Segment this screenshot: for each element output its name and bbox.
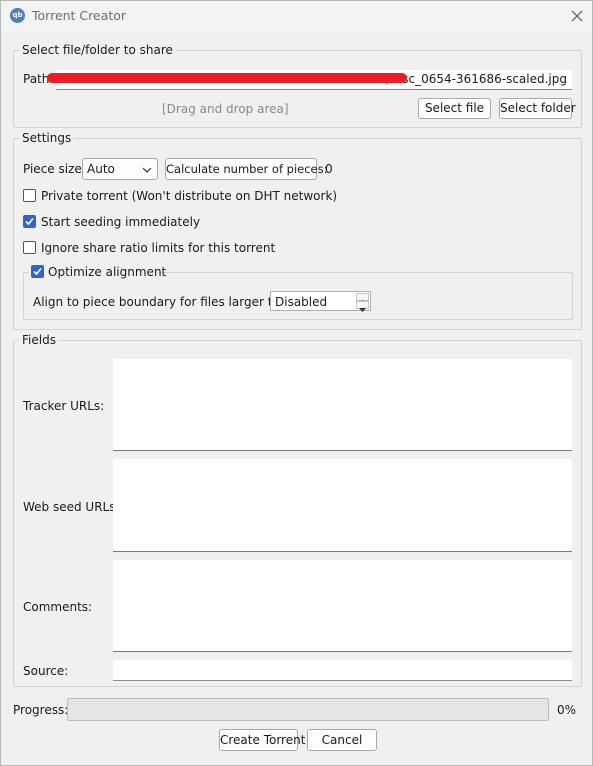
web-seed-urls-textarea[interactable] bbox=[113, 459, 572, 552]
redaction-mark bbox=[47, 73, 407, 83]
piece-size-select[interactable]: Auto bbox=[82, 158, 158, 180]
checkmark-icon bbox=[25, 217, 34, 226]
select-file-button[interactable]: Select file bbox=[418, 98, 491, 119]
comments-textarea[interactable] bbox=[113, 560, 572, 652]
spin-up-button[interactable] bbox=[356, 293, 369, 304]
settings-group-title: Settings bbox=[19, 131, 75, 145]
comments-label: Comments: bbox=[23, 600, 93, 614]
ignore-ratio-checkbox[interactable] bbox=[23, 241, 36, 254]
create-torrent-button[interactable]: Create Torrent bbox=[219, 729, 305, 751]
drag-drop-area[interactable]: [Drag and drop area] bbox=[162, 102, 289, 116]
private-torrent-label: Private torrent (Won't distribute on DHT… bbox=[41, 189, 338, 203]
tracker-urls-label: Tracker URLs: bbox=[23, 399, 105, 413]
progress-label: Progress: bbox=[13, 703, 69, 717]
source-input[interactable] bbox=[113, 660, 572, 681]
piece-size-value: Auto bbox=[87, 162, 115, 176]
chevron-down-icon bbox=[359, 308, 366, 312]
checkmark-icon bbox=[33, 267, 42, 276]
progress-percent: 0% bbox=[557, 703, 577, 717]
fields-group-title: Fields bbox=[19, 333, 59, 347]
pieces-count: 0 bbox=[325, 162, 333, 176]
close-button[interactable] bbox=[566, 6, 588, 26]
source-label: Source: bbox=[23, 664, 69, 678]
align-boundary-spinbox[interactable]: Disabled bbox=[270, 291, 371, 312]
web-seed-urls-label: Web seed URLs: bbox=[23, 500, 120, 514]
qbittorrent-app-icon: qb bbox=[10, 8, 25, 23]
title-bar: qb Torrent Creator bbox=[0, 0, 593, 32]
tracker-urls-textarea[interactable] bbox=[113, 359, 572, 451]
share-group-title: Select file/folder to share bbox=[19, 43, 176, 57]
progress-bar bbox=[67, 698, 549, 721]
cancel-button[interactable]: Cancel bbox=[307, 729, 377, 751]
ignore-ratio-label: Ignore share ratio limits for this torre… bbox=[41, 241, 276, 255]
window-title: Torrent Creator bbox=[32, 8, 127, 23]
piece-size-label: Piece size: bbox=[23, 162, 86, 176]
optimize-alignment-label: Optimize alignment bbox=[48, 265, 167, 279]
align-boundary-label: Align to piece boundary for files larger… bbox=[33, 295, 300, 309]
optimize-alignment-checkbox[interactable] bbox=[31, 265, 44, 278]
start-seeding-label: Start seeding immediately bbox=[41, 215, 201, 229]
calculate-pieces-button[interactable]: Calculate number of pieces: bbox=[165, 158, 327, 180]
close-icon bbox=[571, 10, 583, 22]
start-seeding-checkbox[interactable] bbox=[23, 215, 36, 228]
spin-down-button[interactable] bbox=[356, 301, 369, 312]
select-folder-button[interactable]: Select folder bbox=[499, 98, 576, 119]
align-boundary-value: Disabled bbox=[275, 295, 328, 309]
chevron-down-icon bbox=[142, 167, 152, 173]
private-torrent-checkbox[interactable] bbox=[23, 189, 36, 202]
